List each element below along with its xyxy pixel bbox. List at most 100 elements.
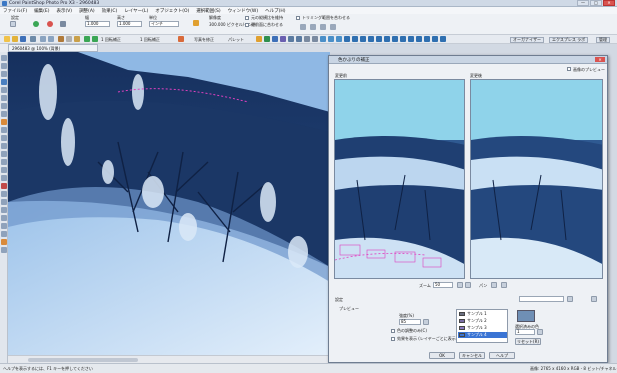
folder-6-icon[interactable]: [384, 36, 390, 42]
redeye-icon[interactable]: [178, 36, 184, 42]
selected-value-field[interactable]: 1: [515, 329, 535, 335]
reset-button[interactable]: リセット(R): [515, 338, 541, 345]
zoom-tool-icon[interactable]: [1, 63, 7, 69]
cut-icon[interactable]: [58, 36, 64, 42]
folder-5-icon[interactable]: [376, 36, 382, 42]
rotate-button[interactable]: 1 回転補正: [101, 37, 121, 43]
folder-10-icon[interactable]: [416, 36, 422, 42]
menu-objects[interactable]: オブジェクト(O): [155, 8, 189, 14]
swap-icon[interactable]: [330, 24, 336, 30]
palette-button[interactable]: パレット: [228, 37, 244, 43]
selected-color-swatch[interactable]: [517, 310, 535, 322]
straighten-button[interactable]: 1 回転補正: [140, 37, 160, 43]
eraser-icon[interactable]: [1, 199, 7, 205]
show-effect-checkbox[interactable]: [391, 337, 395, 341]
height-field[interactable]: 1.000: [117, 21, 142, 27]
deform-tool-icon[interactable]: [1, 71, 7, 77]
keep-ratio-checkbox[interactable]: [245, 16, 249, 20]
zoom-out-button[interactable]: [465, 282, 471, 288]
organizer-button[interactable]: オーガナイザー: [510, 37, 544, 43]
folder-2-icon[interactable]: [352, 36, 358, 42]
rotate-icon[interactable]: [193, 20, 199, 26]
menu-help[interactable]: ヘルプ(H): [265, 8, 285, 14]
magic-wand-icon[interactable]: [1, 111, 7, 117]
help-button[interactable]: ヘルプ: [489, 352, 515, 359]
zoom-in-icon[interactable]: [92, 36, 98, 42]
folder-11-icon[interactable]: [424, 36, 430, 42]
pan-tool-icon[interactable]: [1, 55, 7, 61]
width-field[interactable]: 1.000: [85, 21, 110, 27]
folder-8-icon[interactable]: [400, 36, 406, 42]
preset-dropdown[interactable]: [10, 21, 16, 27]
image-canvas[interactable]: [8, 52, 330, 355]
express-lab-button[interactable]: エクスプレス ラボ: [549, 37, 589, 43]
fill-icon[interactable]: [1, 207, 7, 213]
zoom-fit-icon[interactable]: [84, 36, 90, 42]
sample-item[interactable]: サンプル 3: [458, 325, 507, 331]
unit-select[interactable]: インチ: [149, 21, 179, 27]
save-preset-icon[interactable]: [567, 296, 573, 302]
align-icon[interactable]: [300, 24, 306, 30]
preset-icon[interactable]: [328, 36, 334, 42]
print-icon[interactable]: [30, 36, 36, 42]
move-tool-icon[interactable]: [1, 87, 7, 93]
menu-edit[interactable]: 編集(E): [34, 8, 49, 14]
overview-icon[interactable]: [296, 36, 302, 42]
menu-file[interactable]: ファイル(F): [3, 8, 27, 14]
run-script-icon[interactable]: [264, 36, 270, 42]
after-preview[interactable]: [470, 79, 603, 279]
menu-adjust[interactable]: 調整(A): [79, 8, 95, 14]
horizontal-scrollbar[interactable]: [8, 355, 330, 363]
zoom-field[interactable]: 50: [433, 282, 453, 288]
menu-selections[interactable]: 選択範囲(S): [196, 8, 220, 14]
warp-brush-icon[interactable]: [1, 239, 7, 245]
apply-icon[interactable]: [33, 21, 39, 27]
menu-window[interactable]: ウィンドウ(W): [228, 8, 258, 14]
mixer-icon[interactable]: [312, 36, 318, 42]
color-only-checkbox[interactable]: [391, 329, 395, 333]
pen-tool-icon[interactable]: [1, 231, 7, 237]
script-icon[interactable]: [256, 36, 262, 42]
photo-fix-button[interactable]: 写真を修正: [194, 37, 214, 43]
paint-brush-icon[interactable]: [1, 183, 7, 189]
zoom-in-button[interactable]: [457, 282, 463, 288]
scratch-remover-icon[interactable]: [1, 151, 7, 157]
folder-7-icon[interactable]: [392, 36, 398, 42]
lighten-darken-icon[interactable]: [1, 175, 7, 181]
close-button[interactable]: ✕: [603, 0, 615, 6]
strength-stepper[interactable]: [423, 319, 429, 325]
smudge-icon[interactable]: [1, 167, 7, 173]
sample-list[interactable]: サンプル 1 サンプル 2 サンプル 3 サンプル 4: [456, 309, 508, 343]
pan-button[interactable]: [491, 282, 497, 288]
minimize-button[interactable]: —: [577, 0, 589, 6]
open-icon[interactable]: [12, 36, 18, 42]
sample-item-selected[interactable]: サンプル 4: [458, 332, 507, 338]
proof-button[interactable]: [501, 282, 507, 288]
sample-item[interactable]: サンプル 2: [458, 318, 507, 324]
dialog-close-button[interactable]: ✕: [595, 57, 605, 62]
freehand-selection-icon[interactable]: [1, 103, 7, 109]
paste-icon[interactable]: [74, 36, 80, 42]
folder-3-icon[interactable]: [360, 36, 366, 42]
layers-icon[interactable]: [272, 36, 278, 42]
document-tab[interactable]: 2960483 @ 100% (背景): [8, 44, 98, 52]
snap-icon[interactable]: [60, 21, 66, 27]
folder-9-icon[interactable]: [408, 36, 414, 42]
selection-tool-icon[interactable]: [1, 95, 7, 101]
preset-select[interactable]: [519, 296, 564, 302]
dropper-icon[interactable]: [1, 119, 7, 125]
maximize-button[interactable]: □: [590, 0, 602, 6]
folder-13-icon[interactable]: [440, 36, 446, 42]
crop-tool-icon[interactable]: [1, 79, 7, 85]
mesh-warp-icon[interactable]: [1, 247, 7, 253]
cancel-icon[interactable]: [47, 21, 53, 27]
script-output-icon[interactable]: [336, 36, 342, 42]
fit-crop-checkbox[interactable]: [296, 16, 300, 20]
menu-effects[interactable]: 効果(C): [102, 8, 118, 14]
menu-view[interactable]: 表示(V): [56, 8, 72, 14]
text-tool-icon[interactable]: [1, 215, 7, 221]
before-preview[interactable]: [334, 79, 465, 279]
reset-preset-icon[interactable]: [591, 296, 597, 302]
manage-button[interactable]: 管理: [596, 37, 610, 43]
materials-icon[interactable]: [280, 36, 286, 42]
